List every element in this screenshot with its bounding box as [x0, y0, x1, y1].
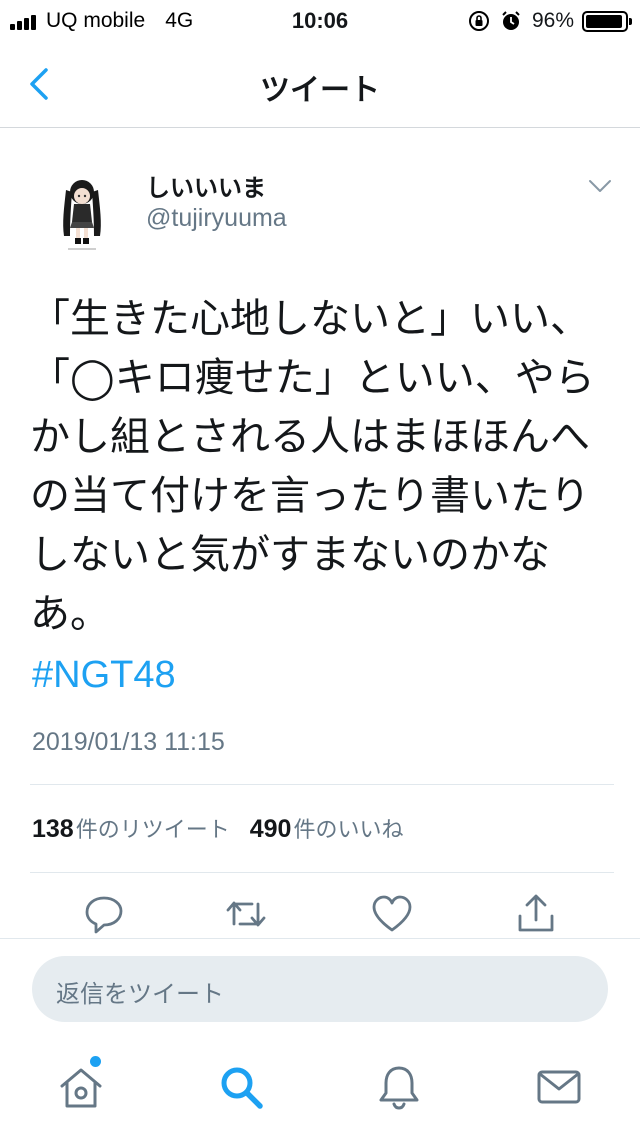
- status-bar: UQ mobile 4G 10:06 96%: [0, 0, 640, 40]
- reply-bar[interactable]: 返信をツイート: [32, 956, 608, 1022]
- avatar[interactable]: [44, 168, 120, 252]
- alarm-icon: [502, 11, 520, 30]
- navigation-bar: ツイート: [0, 40, 640, 128]
- status-bar-right: 96%: [468, 8, 632, 34]
- display-name[interactable]: しいいいま: [146, 168, 266, 203]
- tweet-text: 「生きた心地しないと」いい、「◯キロ痩せた」といい、やらかし組とされる人はまほほ…: [30, 296, 595, 637]
- home-icon[interactable]: [56, 1062, 106, 1112]
- hashtag-link[interactable]: #NGT48: [32, 654, 176, 697]
- tweet-timestamp: 2019/01/13 11:15: [32, 728, 225, 756]
- tab-bar: [0, 1040, 640, 1136]
- reply-input[interactable]: 返信をツイート: [56, 974, 224, 1009]
- tweet-actions: [0, 890, 640, 940]
- tweet-stats: 138 件のリツイート 490 件のいいね: [32, 812, 403, 844]
- retweet-icon[interactable]: [224, 890, 268, 938]
- retweet-label[interactable]: 件のリツイート: [76, 812, 230, 844]
- tweet-header: しいいいま @tujiryuuma: [0, 128, 640, 278]
- heart-icon[interactable]: [370, 890, 414, 938]
- like-count[interactable]: 490: [250, 815, 292, 844]
- chevron-down-icon[interactable]: [586, 176, 614, 196]
- orientation-lock-icon: [468, 11, 489, 31]
- mail-icon[interactable]: [534, 1062, 584, 1112]
- like-label[interactable]: 件のいいね: [293, 812, 403, 844]
- page-title: ツイート: [260, 73, 380, 108]
- user-handle[interactable]: @tujiryuuma: [146, 204, 287, 233]
- divider: [30, 784, 614, 785]
- reply-icon[interactable]: [82, 890, 126, 938]
- battery-icon: [582, 10, 632, 32]
- search-icon[interactable]: [216, 1062, 266, 1112]
- battery-fill: [586, 14, 623, 28]
- notification-dot: [90, 1056, 101, 1067]
- share-icon[interactable]: [514, 890, 558, 938]
- retweet-count[interactable]: 138: [32, 815, 74, 844]
- bell-icon[interactable]: [374, 1062, 424, 1112]
- battery-percent: 96%: [531, 9, 574, 32]
- divider: [30, 872, 614, 873]
- divider: [0, 938, 640, 939]
